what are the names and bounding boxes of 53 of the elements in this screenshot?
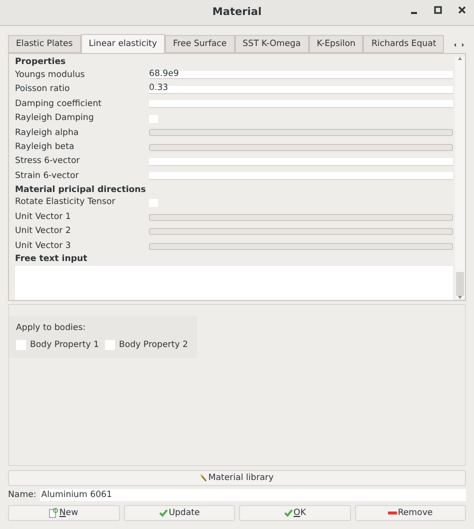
field-label: Damping coefficient (15, 98, 103, 111)
tab[interactable]: SST K-Omega (234, 35, 309, 53)
name-label: Name: (8, 488, 36, 502)
scroll-right-icon[interactable] (460, 41, 466, 49)
section-heading: Free text input (15, 253, 88, 266)
ok-button[interactable]: OK (239, 505, 350, 521)
section-heading: Properties (15, 56, 67, 68)
maximize-icon[interactable] (434, 6, 442, 14)
check-icon (284, 509, 293, 517)
checkbox-label: Body Property 2 (119, 338, 188, 352)
input-field[interactable] (149, 158, 453, 166)
text-area[interactable] (15, 266, 453, 300)
material-library-button[interactable]: Material library (8, 470, 466, 486)
field-label: Rayleigh beta (15, 140, 76, 154)
scrollbar[interactable] (455, 57, 465, 299)
check-icon (158, 509, 168, 517)
remove-button[interactable]: Remove (354, 505, 466, 521)
checkbox-label: Rayleigh Damping (15, 112, 95, 125)
scroll-down-icon[interactable] (458, 296, 462, 299)
field-label: Strain 6-vector (15, 170, 80, 183)
window-title: Material (212, 4, 262, 20)
tab[interactable]: Free Surface (164, 35, 235, 53)
input-field[interactable] (149, 172, 453, 180)
wand-icon (200, 474, 208, 482)
field-label: Youngs modulus (15, 68, 86, 82)
input-field[interactable]: 0.33 (149, 86, 453, 94)
input-field[interactable] (149, 100, 453, 108)
field-label: Rayleigh alpha (15, 126, 80, 140)
update-button[interactable]: Update (124, 505, 235, 521)
checkbox-label: Body Property 1 (30, 338, 99, 352)
field-label: Stress 6-vector (15, 155, 81, 168)
input-field[interactable]: 68.9e9 (149, 71, 453, 80)
new-document-icon (49, 508, 58, 518)
close-icon[interactable] (458, 6, 466, 14)
group-label: Apply to bodies: (16, 322, 87, 335)
section-heading: Material pricipal directions (15, 184, 147, 196)
checkbox[interactable] (16, 340, 26, 350)
field-label: Unit Vector 3 (15, 240, 72, 252)
new-button[interactable]: New (8, 505, 120, 521)
tab[interactable]: K-Epsilon (308, 35, 364, 53)
tab[interactable]: Linear elasticity (80, 34, 165, 53)
scroll-up-icon[interactable] (458, 57, 462, 60)
minus-icon (388, 511, 397, 515)
tab[interactable]: Richards Equat (363, 35, 444, 53)
name-field[interactable]: Aluminium 6061 (40, 489, 466, 501)
checkbox[interactable] (105, 340, 115, 350)
field-label: Poisson ratio (15, 83, 71, 96)
checkbox-label: Rotate Elasticity Tensor (15, 196, 116, 210)
field-label: Unit Vector 2 (15, 225, 72, 238)
scroll-left-icon[interactable] (452, 41, 458, 49)
scrollbar-thumb[interactable] (456, 272, 464, 296)
tab[interactable]: Elastic Plates (8, 35, 81, 53)
field-label: Unit Vector 1 (15, 210, 72, 224)
